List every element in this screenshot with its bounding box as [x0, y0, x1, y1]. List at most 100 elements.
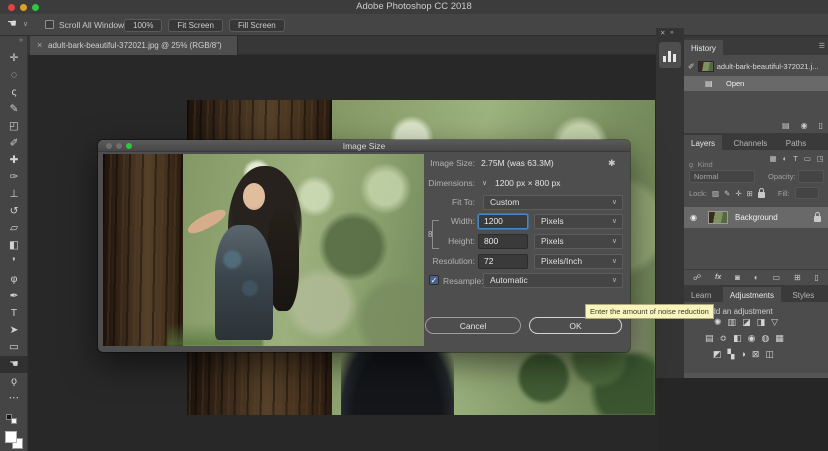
- channel-mixer-icon[interactable]: ◍: [761, 333, 769, 344]
- levels-icon[interactable]: ▥: [728, 317, 737, 328]
- gradient-tool-icon[interactable]: ◧: [0, 237, 28, 254]
- tab-styles[interactable]: Styles: [785, 287, 821, 304]
- new-document-from-state-icon[interactable]: ▤: [782, 121, 790, 130]
- delete-state-icon[interactable]: ▯: [819, 121, 823, 130]
- resolution-input[interactable]: 72: [478, 254, 528, 269]
- eraser-tool-icon[interactable]: ▱: [0, 220, 28, 237]
- resample-select[interactable]: Automatic ∨: [483, 273, 623, 288]
- delete-layer-icon[interactable]: ▯: [815, 273, 819, 282]
- panel-resize-bar[interactable]: [684, 373, 828, 378]
- color-lookup-icon[interactable]: ▦: [775, 333, 784, 344]
- foreground-background-swatches[interactable]: [4, 430, 24, 450]
- opacity-value-box[interactable]: [798, 170, 824, 183]
- move-tool-icon[interactable]: ✛: [0, 50, 28, 67]
- marquee-tool-icon[interactable]: ◌: [0, 67, 28, 84]
- panel-menu-icon[interactable]: ☰: [819, 38, 825, 55]
- history-open-row[interactable]: ▤ Open: [684, 76, 828, 91]
- layer-group-icon[interactable]: ▭: [773, 273, 781, 282]
- hand-tool-icon[interactable]: ☚: [0, 356, 28, 373]
- height-unit-select[interactable]: Pixels ∨: [534, 234, 623, 249]
- filter-pixel-layers-icon[interactable]: ▦: [770, 154, 777, 163]
- brightness-contrast-icon[interactable]: ✺: [714, 317, 722, 328]
- layer-lock-icon[interactable]: [814, 216, 821, 222]
- filter-adjustment-layers-icon[interactable]: ◐: [783, 154, 788, 163]
- default-colors-icon[interactable]: [6, 414, 18, 425]
- new-snapshot-icon[interactable]: ◉: [801, 121, 808, 130]
- edit-toolbar-icon[interactable]: ⋯: [0, 390, 28, 407]
- threshold-icon[interactable]: ◑: [740, 349, 745, 360]
- filter-type-layers-icon[interactable]: T: [793, 154, 798, 163]
- history-brush-tool-icon[interactable]: ↺: [0, 203, 28, 220]
- lock-transparency-icon[interactable]: ▨: [712, 189, 719, 198]
- tab-learn[interactable]: Learn: [684, 287, 718, 304]
- pen-tool-icon[interactable]: ✒: [0, 288, 28, 305]
- background-layer-row[interactable]: ◉ Background: [684, 207, 828, 228]
- blur-tool-icon[interactable]: ❜: [0, 254, 28, 271]
- image-size-preview[interactable]: [103, 154, 424, 346]
- tab-history[interactable]: History: [684, 40, 723, 57]
- new-layer-icon[interactable]: ⊞: [794, 273, 801, 282]
- histogram-panel-icon[interactable]: [659, 42, 681, 68]
- dock-collapse-icon[interactable]: »: [670, 29, 674, 36]
- foreground-color-swatch[interactable]: [5, 431, 17, 443]
- lasso-tool-icon[interactable]: ς: [0, 84, 28, 101]
- filter-shape-layers-icon[interactable]: ▭: [804, 154, 811, 163]
- tab-adjustments[interactable]: Adjustments: [723, 287, 781, 304]
- document-tab[interactable]: × adult-bark-beautiful-372021.jpg @ 25% …: [30, 36, 238, 55]
- history-brush-source-icon[interactable]: ✐: [688, 62, 695, 71]
- photo-filter-icon[interactable]: ◉: [748, 333, 756, 344]
- fill-screen-button[interactable]: Fill Screen: [229, 19, 285, 32]
- fit-to-select[interactable]: Custom ∨: [483, 195, 623, 210]
- vibrance-icon[interactable]: ▽: [771, 317, 778, 328]
- quick-selection-tool-icon[interactable]: ✎: [0, 101, 28, 118]
- width-input[interactable]: 1200: [478, 214, 528, 229]
- expand-tools-icon[interactable]: »: [19, 37, 23, 44]
- tab-layers[interactable]: Layers: [684, 135, 722, 152]
- eyedropper-tool-icon[interactable]: ✐: [0, 135, 28, 152]
- black-white-icon[interactable]: ◧: [733, 333, 742, 344]
- lock-position-icon[interactable]: ✛: [735, 189, 741, 198]
- crop-tool-icon[interactable]: ◰: [0, 118, 28, 135]
- healing-brush-tool-icon[interactable]: ✚: [0, 152, 28, 169]
- layer-effects-icon[interactable]: fx: [715, 274, 721, 281]
- resample-checkbox[interactable]: ✓: [429, 275, 439, 285]
- brush-tool-icon[interactable]: ✑: [0, 169, 28, 186]
- posterize-icon[interactable]: ▚: [728, 349, 735, 360]
- exposure-icon[interactable]: ◨: [757, 317, 766, 328]
- ok-button[interactable]: OK: [529, 317, 622, 334]
- color-balance-icon[interactable]: ≎: [720, 333, 728, 344]
- cancel-button[interactable]: Cancel: [425, 317, 521, 334]
- dialog-title-bar[interactable]: Image Size: [98, 140, 630, 152]
- scroll-all-windows-checkbox[interactable]: [45, 20, 54, 29]
- current-tool-hand-icon[interactable]: ☚: [7, 17, 17, 30]
- zoom-tool-icon[interactable]: ϙ: [0, 373, 28, 390]
- tool-preset-chevron-icon[interactable]: ∨: [23, 20, 28, 28]
- layer-mask-icon[interactable]: ◙: [735, 273, 740, 282]
- width-unit-select[interactable]: Pixels ∨: [534, 214, 623, 229]
- adjustment-layer-icon[interactable]: ◐: [754, 273, 759, 282]
- lock-all-icon[interactable]: [758, 192, 765, 198]
- lock-artboard-icon[interactable]: ⊞: [747, 189, 753, 198]
- search-icon[interactable]: ϙ: [689, 160, 693, 169]
- rectangle-tool-icon[interactable]: ▭: [0, 339, 28, 356]
- gradient-map-icon[interactable]: ⊠: [752, 349, 760, 360]
- tab-paths[interactable]: Paths: [779, 135, 813, 152]
- filter-smart-objects-icon[interactable]: ◳: [817, 154, 824, 163]
- clone-stamp-tool-icon[interactable]: ⊥: [0, 186, 28, 203]
- fill-value-box[interactable]: [795, 187, 819, 199]
- selective-color-icon[interactable]: ◫: [765, 349, 774, 360]
- link-layers-icon[interactable]: ☍: [693, 273, 701, 282]
- fit-screen-button[interactable]: Fit Screen: [168, 19, 222, 32]
- invert-icon[interactable]: ◩: [713, 349, 722, 360]
- tab-close-icon[interactable]: ×: [37, 36, 42, 55]
- dimensions-chevron-icon[interactable]: ∨: [482, 176, 487, 191]
- type-tool-icon[interactable]: T: [0, 305, 28, 322]
- blend-mode-select[interactable]: Normal: [689, 170, 755, 183]
- path-selection-tool-icon[interactable]: ➤: [0, 322, 28, 339]
- height-input[interactable]: 800: [478, 234, 528, 249]
- filter-kind-label[interactable]: Kind: [698, 160, 713, 169]
- dock-close-icon[interactable]: ✕: [660, 29, 665, 37]
- tab-channels[interactable]: Channels: [726, 135, 774, 152]
- curves-icon[interactable]: ◪: [742, 317, 751, 328]
- resolution-unit-select[interactable]: Pixels/Inch ∨: [534, 254, 623, 269]
